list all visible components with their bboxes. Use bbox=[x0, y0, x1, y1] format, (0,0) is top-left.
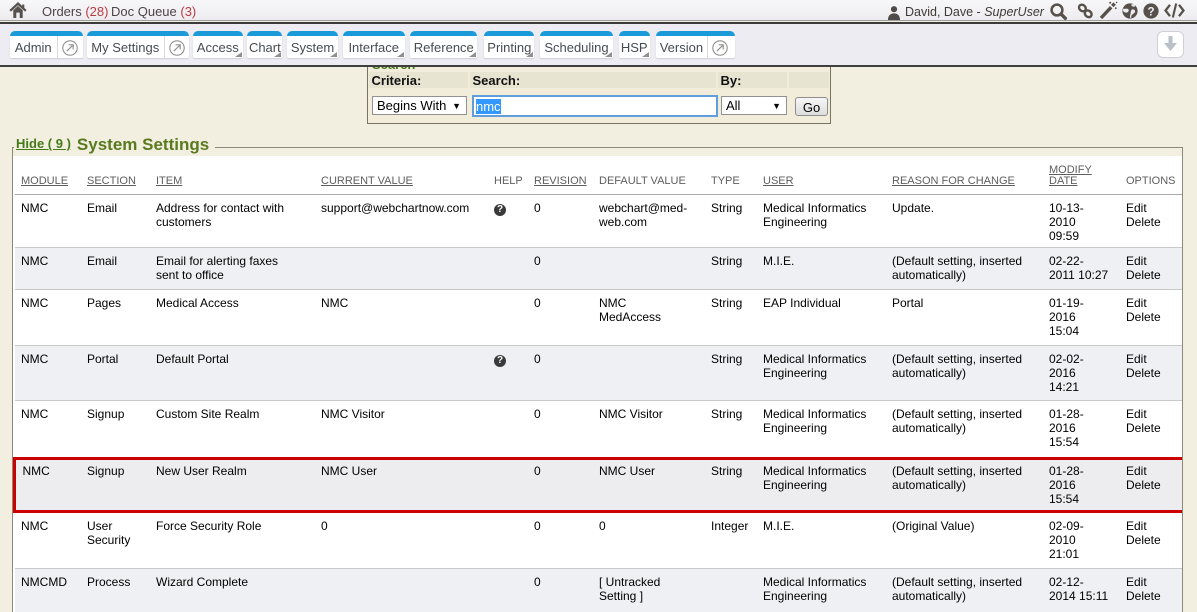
svg-text:?: ? bbox=[1147, 6, 1154, 18]
